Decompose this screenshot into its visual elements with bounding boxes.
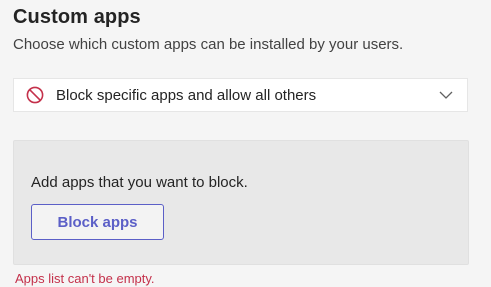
blocked-apps-panel: Add apps that you want to block. Block a… xyxy=(13,140,469,265)
block-apps-button[interactable]: Block apps xyxy=(31,204,164,240)
panel-instruction: Add apps that you want to block. xyxy=(31,174,248,191)
section-description: Choose which custom apps can be installe… xyxy=(13,36,404,53)
error-message: Apps list can't be empty. xyxy=(15,271,155,286)
custom-apps-policy-dropdown[interactable]: Block specific apps and allow all others xyxy=(13,78,468,112)
section-title: Custom apps xyxy=(13,6,141,28)
chevron-down-icon[interactable] xyxy=(438,87,454,103)
block-icon xyxy=(25,85,45,105)
dropdown-selected-value: Block specific apps and allow all others xyxy=(56,86,317,104)
